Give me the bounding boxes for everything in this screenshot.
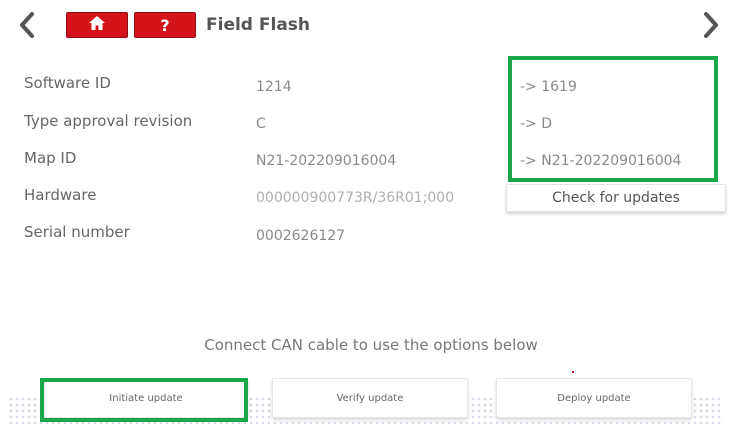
hardware-value: 000000900773R/36R01;000 — [256, 190, 455, 206]
software-id-value: 1214 — [256, 79, 292, 95]
software-id-new-value: -> 1619 — [520, 79, 577, 95]
hardware-label: Hardware — [24, 186, 97, 204]
home-icon — [88, 15, 106, 35]
verify-update-button[interactable]: Verify update — [272, 378, 468, 418]
serial-number-value: 0002626127 — [256, 228, 346, 244]
help-button[interactable]: ? — [134, 12, 196, 38]
deploy-update-button[interactable]: Deploy update — [496, 378, 692, 418]
type-approval-label: Type approval revision — [24, 112, 193, 130]
software-id-label: Software ID — [24, 74, 111, 92]
help-label: ? — [160, 15, 170, 35]
connect-can-message: Connect CAN cable to use the options bel… — [204, 336, 538, 354]
initiate-update-button[interactable]: Initiate update — [44, 378, 248, 418]
serial-number-label: Serial number — [24, 223, 130, 241]
page-title: Field Flash — [206, 15, 311, 35]
check-for-updates-button[interactable]: Check for updates — [506, 184, 726, 212]
type-approval-new-value: -> D — [520, 116, 553, 132]
type-approval-value: C — [256, 116, 266, 132]
red-dot-marker — [572, 371, 574, 373]
map-id-label: Map ID — [24, 149, 77, 167]
back-chevron-icon[interactable] — [16, 8, 38, 42]
map-id-value: N21-202209016004 — [256, 153, 397, 169]
forward-chevron-icon[interactable] — [700, 8, 722, 42]
map-id-new-value: -> N21-202209016004 — [520, 153, 682, 169]
home-button[interactable] — [66, 12, 128, 38]
